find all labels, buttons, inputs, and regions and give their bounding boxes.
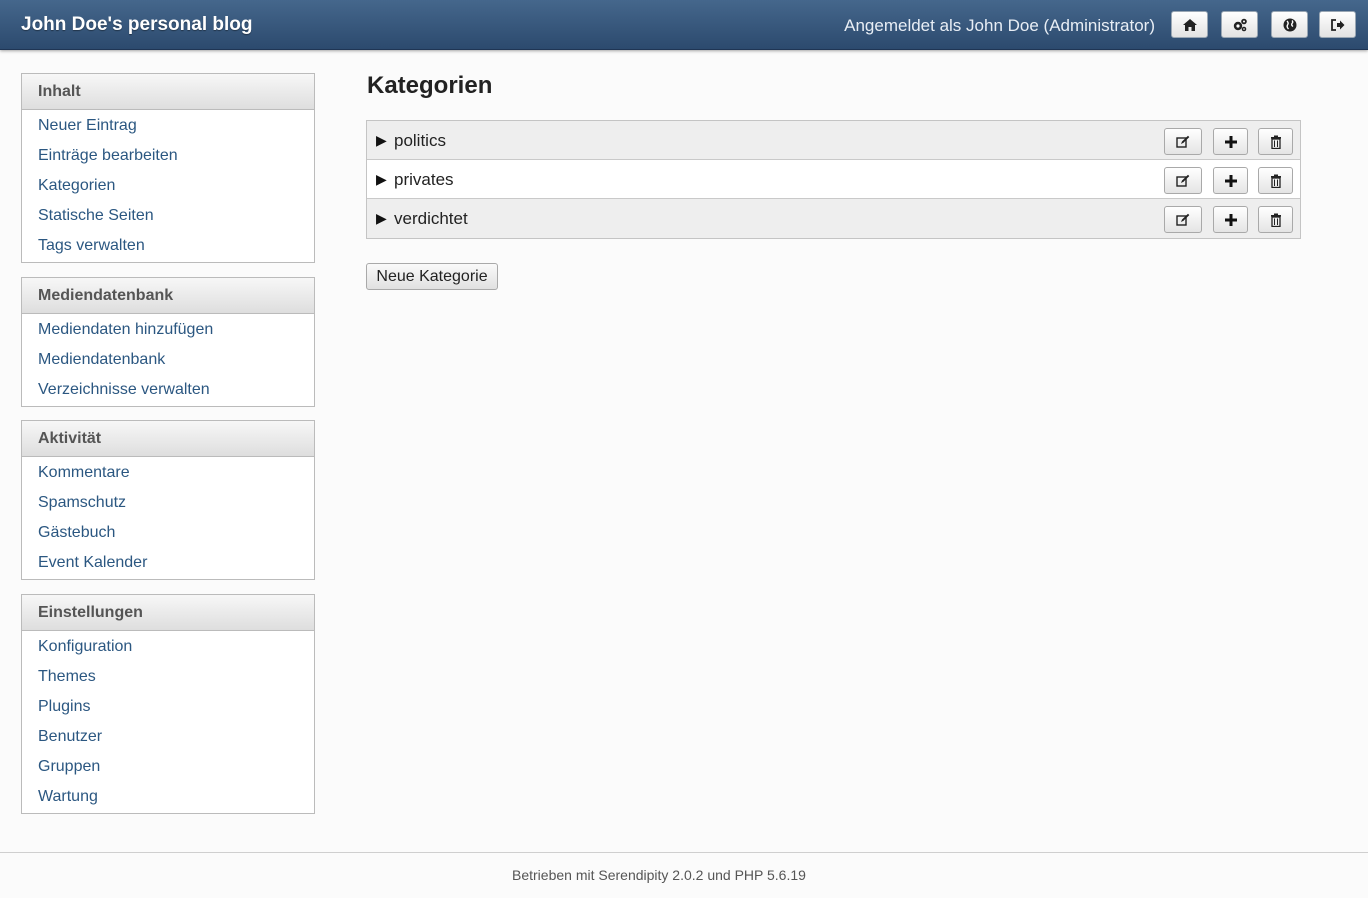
page-title: Kategorien bbox=[367, 72, 493, 99]
plus-icon bbox=[1224, 213, 1237, 226]
expand-toggle[interactable]: ▶ bbox=[376, 210, 387, 227]
edit-category-button[interactable] bbox=[1164, 206, 1202, 233]
footer-divider bbox=[0, 852, 1368, 853]
trash-icon bbox=[1270, 135, 1281, 149]
expand-toggle[interactable]: ▶ bbox=[376, 132, 387, 149]
sidebar-item-plugins[interactable]: Plugins bbox=[38, 698, 90, 715]
logout-button[interactable] bbox=[1319, 11, 1356, 38]
sidebar-item-groups[interactable]: Gruppen bbox=[38, 758, 100, 775]
delete-category-button[interactable] bbox=[1258, 167, 1293, 194]
sidebar-item-themes[interactable]: Themes bbox=[38, 668, 96, 685]
sidebar-section-activity: Aktivität Kommentare Spamschutz Gästebuc… bbox=[21, 420, 315, 580]
sidebar-item-static-pages[interactable]: Statische Seiten bbox=[38, 207, 154, 224]
sidebar-item-edit-entries[interactable]: Einträge bearbeiten bbox=[38, 147, 178, 164]
sidebar-item-spam-protection[interactable]: Spamschutz bbox=[38, 494, 126, 511]
edit-category-button[interactable] bbox=[1164, 128, 1202, 155]
category-row-politics: ▶ politics bbox=[367, 121, 1300, 160]
add-subcategory-button[interactable] bbox=[1213, 167, 1248, 194]
sidebar-item-guestbook[interactable]: Gästebuch bbox=[38, 524, 115, 541]
sidebar-item-media-library[interactable]: Mediendatenbank bbox=[38, 351, 165, 368]
top-bar: John Doe's personal blog Angemeldet als … bbox=[0, 0, 1368, 50]
sidebar-item-users[interactable]: Benutzer bbox=[38, 728, 102, 745]
new-category-button[interactable]: Neue Kategorie bbox=[366, 263, 498, 290]
login-info: Angemeldet als John Doe (Administrator) bbox=[844, 16, 1155, 35]
home-button[interactable] bbox=[1171, 11, 1208, 38]
edit-icon bbox=[1176, 135, 1190, 148]
plus-icon bbox=[1224, 174, 1237, 187]
home-icon bbox=[1182, 18, 1197, 31]
category-name: privates bbox=[394, 170, 454, 189]
footer-text: Betrieben mit Serendipity 2.0.2 und PHP … bbox=[512, 867, 806, 883]
category-name: verdichtet bbox=[394, 209, 468, 228]
settings-button[interactable] bbox=[1221, 11, 1258, 38]
gears-icon bbox=[1233, 18, 1247, 31]
add-subcategory-button[interactable] bbox=[1213, 128, 1248, 155]
globe-icon bbox=[1283, 18, 1296, 31]
sidebar-item-manage-directories[interactable]: Verzeichnisse verwalten bbox=[38, 381, 210, 398]
sidebar-item-new-entry[interactable]: Neuer Eintrag bbox=[38, 117, 137, 134]
delete-category-button[interactable] bbox=[1258, 206, 1293, 233]
sidebar-item-maintenance[interactable]: Wartung bbox=[38, 788, 98, 805]
sidebar-heading-content: Inhalt bbox=[22, 74, 314, 110]
edit-icon bbox=[1176, 213, 1190, 226]
sidebar-heading-media: Mediendatenbank bbox=[22, 278, 314, 314]
sidebar-heading-activity: Aktivität bbox=[22, 421, 314, 457]
trash-icon bbox=[1270, 213, 1281, 227]
blog-title-link[interactable]: John Doe's personal blog bbox=[21, 14, 253, 36]
sidebar-section-media: Mediendatenbank Mediendaten hinzufügen M… bbox=[21, 277, 315, 407]
category-row-privates: ▶ privates bbox=[367, 160, 1300, 199]
delete-category-button[interactable] bbox=[1258, 128, 1293, 155]
category-name: politics bbox=[394, 131, 446, 150]
logout-icon bbox=[1330, 18, 1344, 31]
sidebar-item-manage-tags[interactable]: Tags verwalten bbox=[38, 237, 145, 254]
category-list: ▶ politics ▶ privates ▶ verdichtet bbox=[366, 120, 1301, 239]
trash-icon bbox=[1270, 174, 1281, 188]
sidebar-item-comments[interactable]: Kommentare bbox=[38, 464, 130, 481]
edit-category-button[interactable] bbox=[1164, 167, 1202, 194]
sidebar-heading-settings: Einstellungen bbox=[22, 595, 314, 631]
category-row-verdichtet: ▶ verdichtet bbox=[367, 199, 1300, 238]
edit-icon bbox=[1176, 174, 1190, 187]
view-blog-button[interactable] bbox=[1271, 11, 1308, 38]
sidebar-section-settings: Einstellungen Konfiguration Themes Plugi… bbox=[21, 594, 315, 814]
sidebar-item-categories[interactable]: Kategorien bbox=[38, 177, 115, 194]
sidebar-item-event-calendar[interactable]: Event Kalender bbox=[38, 554, 147, 571]
expand-toggle[interactable]: ▶ bbox=[376, 171, 387, 188]
sidebar-item-configuration[interactable]: Konfiguration bbox=[38, 638, 132, 655]
plus-icon bbox=[1224, 135, 1237, 148]
sidebar-item-add-media[interactable]: Mediendaten hinzufügen bbox=[38, 321, 213, 338]
sidebar-section-content: Inhalt Neuer Eintrag Einträge bearbeiten… bbox=[21, 73, 315, 263]
add-subcategory-button[interactable] bbox=[1213, 206, 1248, 233]
